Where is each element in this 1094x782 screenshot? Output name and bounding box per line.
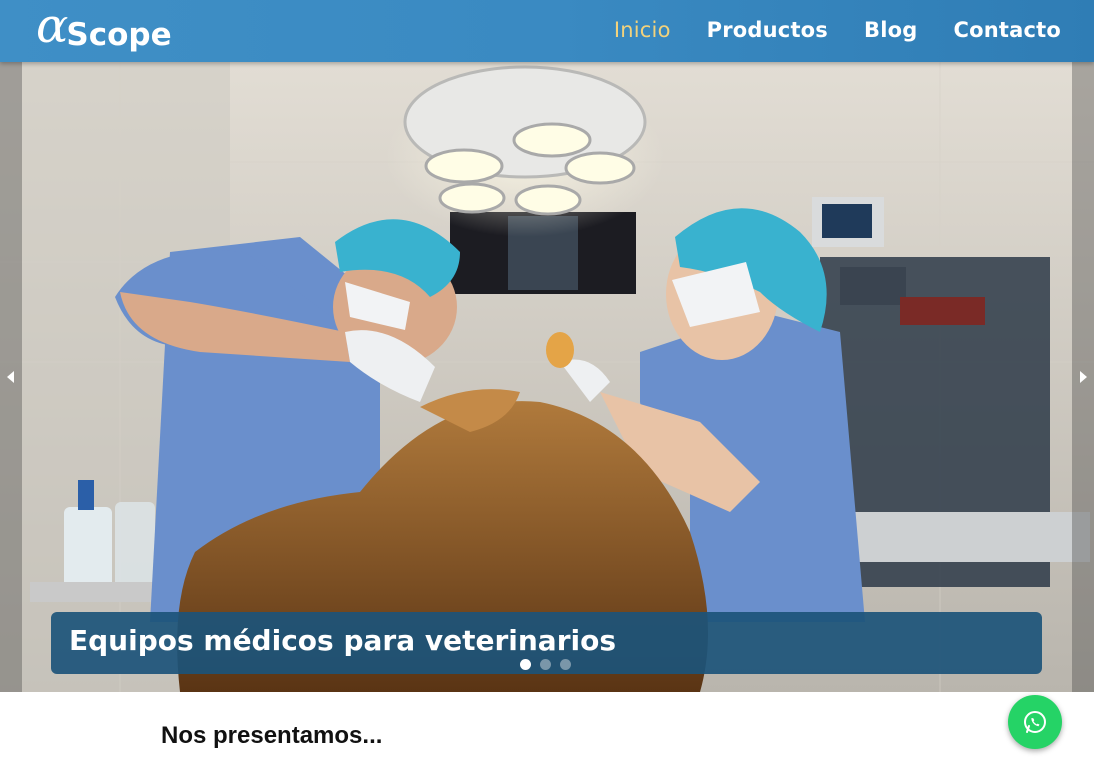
- nav-item-inicio[interactable]: Inicio: [614, 18, 671, 42]
- carousel-dot-2[interactable]: [540, 659, 551, 670]
- carousel-next-button[interactable]: [1072, 62, 1094, 692]
- chevron-left-icon: [7, 371, 14, 383]
- logo-text: Scope: [66, 17, 172, 53]
- caption-title: Equipos médicos para veterinarios: [69, 624, 616, 657]
- section-title: Nos presentamos...: [161, 722, 383, 749]
- main-nav: Inicio Productos Blog Contacto: [614, 0, 1061, 60]
- nav-item-productos[interactable]: Productos: [707, 18, 828, 42]
- nav-item-blog[interactable]: Blog: [864, 18, 917, 42]
- nav-item-contacto[interactable]: Contacto: [953, 18, 1061, 42]
- hero-image: [0, 62, 1094, 692]
- logo-alpha: α: [36, 0, 69, 54]
- carousel-indicators: [520, 659, 571, 670]
- hero-carousel: Equipos médicos para veterinarios: [0, 62, 1094, 692]
- logo[interactable]: α Scope: [36, 2, 172, 60]
- carousel-dot-3[interactable]: [560, 659, 571, 670]
- site-header: α Scope Inicio Productos Blog Contacto: [0, 0, 1094, 62]
- whatsapp-icon: [1024, 711, 1046, 733]
- whatsapp-button[interactable]: [1008, 695, 1062, 749]
- carousel-dot-1[interactable]: [520, 659, 531, 670]
- carousel-prev-button[interactable]: [0, 62, 22, 692]
- chevron-right-icon: [1080, 371, 1087, 383]
